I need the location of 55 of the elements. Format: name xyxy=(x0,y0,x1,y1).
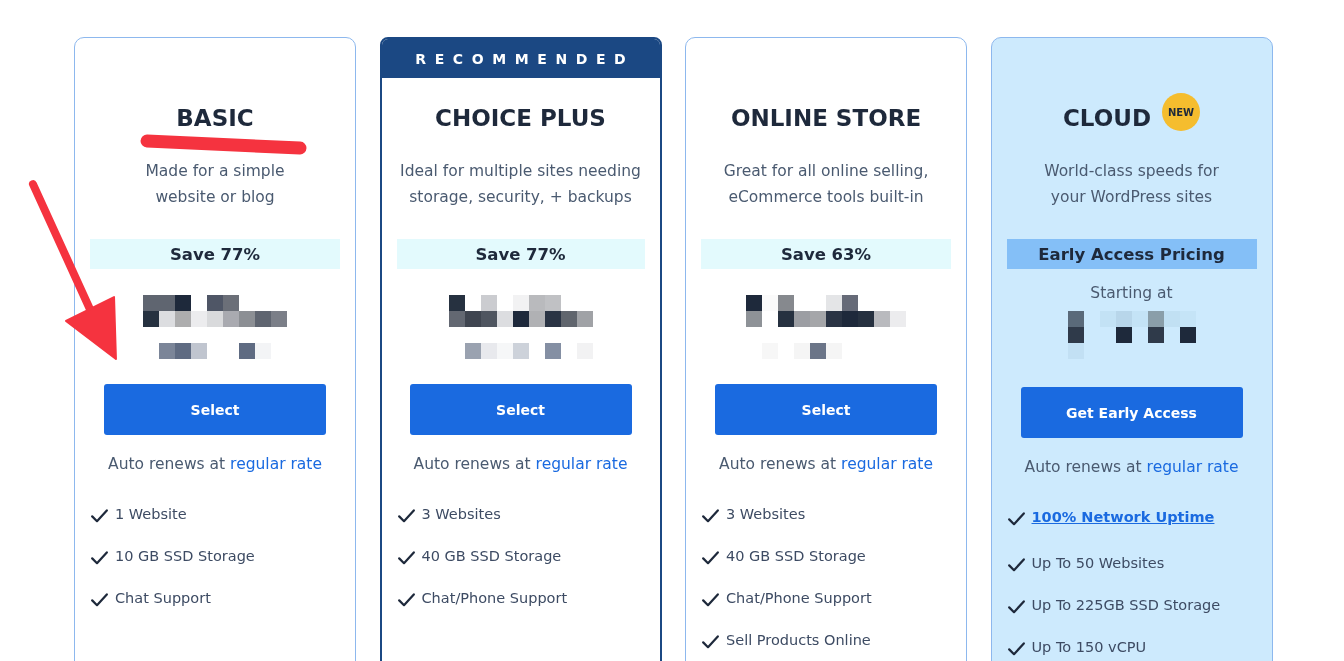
feature-text: Up To 225GB SSD Storage xyxy=(1031,596,1221,615)
feature-text: Chat Support xyxy=(115,589,211,608)
regular-rate-link[interactable]: regular rate xyxy=(841,455,933,473)
plan-title: CHOICE PLUS xyxy=(435,104,606,132)
renewal-text: Auto renews at regular rate xyxy=(108,454,322,475)
select-button[interactable]: Select xyxy=(715,384,937,435)
deal-banner: Save 77% xyxy=(396,239,645,269)
feature-text: Up To 50 Websites xyxy=(1031,554,1165,573)
deal-banner: Save 63% xyxy=(701,239,951,269)
plan-title: BASIC xyxy=(176,104,254,132)
check-icon xyxy=(397,551,415,565)
plan-description: Ideal for multiple sites needing storage, security, + backups xyxy=(400,161,641,208)
regular-rate-link[interactable]: regular rate xyxy=(230,455,322,473)
plan-description: Made for a simple website or blog xyxy=(145,161,285,208)
plan-title: ONLINE STORE xyxy=(730,104,922,132)
check-icon xyxy=(702,593,719,607)
check-icon xyxy=(91,593,108,607)
check-icon xyxy=(397,509,415,523)
feature-text: Chat/Phone Support xyxy=(726,589,872,608)
check-icon xyxy=(397,593,415,607)
feature-text: 40 GB SSD Storage xyxy=(421,547,562,566)
check-icon xyxy=(702,509,719,523)
renewal-text: Auto renews at regular rate xyxy=(413,454,628,475)
select-button[interactable]: Select xyxy=(104,384,326,435)
renewal-text: Auto renews at regular rate xyxy=(719,454,933,475)
feature-text: 3 Websites xyxy=(421,505,501,524)
deal-banner: Save 77% xyxy=(90,239,340,269)
regular-rate-link[interactable]: regular rate xyxy=(1146,458,1239,476)
feature-text: 40 GB SSD Storage xyxy=(726,547,866,566)
check-icon xyxy=(1007,558,1025,572)
feature-text: 1 Website xyxy=(115,505,187,524)
check-icon xyxy=(1007,600,1025,614)
feature-text: 10 GB SSD Storage xyxy=(115,547,255,566)
check-icon xyxy=(91,551,108,565)
feature-text: Chat/Phone Support xyxy=(421,589,568,608)
recommended-banner: RECOMMENDED xyxy=(381,39,660,78)
check-icon xyxy=(1007,642,1025,656)
check-icon xyxy=(702,551,719,565)
check-icon xyxy=(1007,512,1025,526)
check-icon xyxy=(702,635,719,649)
select-button[interactable]: Get Early Access xyxy=(1020,387,1243,438)
feature-text: Sell Products Online xyxy=(726,631,871,650)
price-prefix-text: Starting at xyxy=(1090,283,1173,304)
renewal-text: Auto renews at regular rate xyxy=(1024,457,1239,478)
check-icon xyxy=(91,509,108,523)
new-badge: NEW xyxy=(1162,93,1200,131)
plan-title: CLOUD xyxy=(1062,104,1151,132)
select-button[interactable]: Select xyxy=(409,384,632,435)
feature-text: Up To 150 vCPU xyxy=(1031,638,1147,657)
plan-description: Great for all online selling, eCommerce tools built-in xyxy=(723,161,929,208)
plan-description: World-class speeds for your WordPress sites xyxy=(1044,161,1219,208)
feature-text: 3 Websites xyxy=(726,505,806,524)
regular-rate-link[interactable]: regular rate xyxy=(535,455,628,473)
feature-link[interactable]: 100% Network Uptime xyxy=(1031,505,1215,529)
deal-banner: Early Access Pricing xyxy=(1006,239,1257,269)
